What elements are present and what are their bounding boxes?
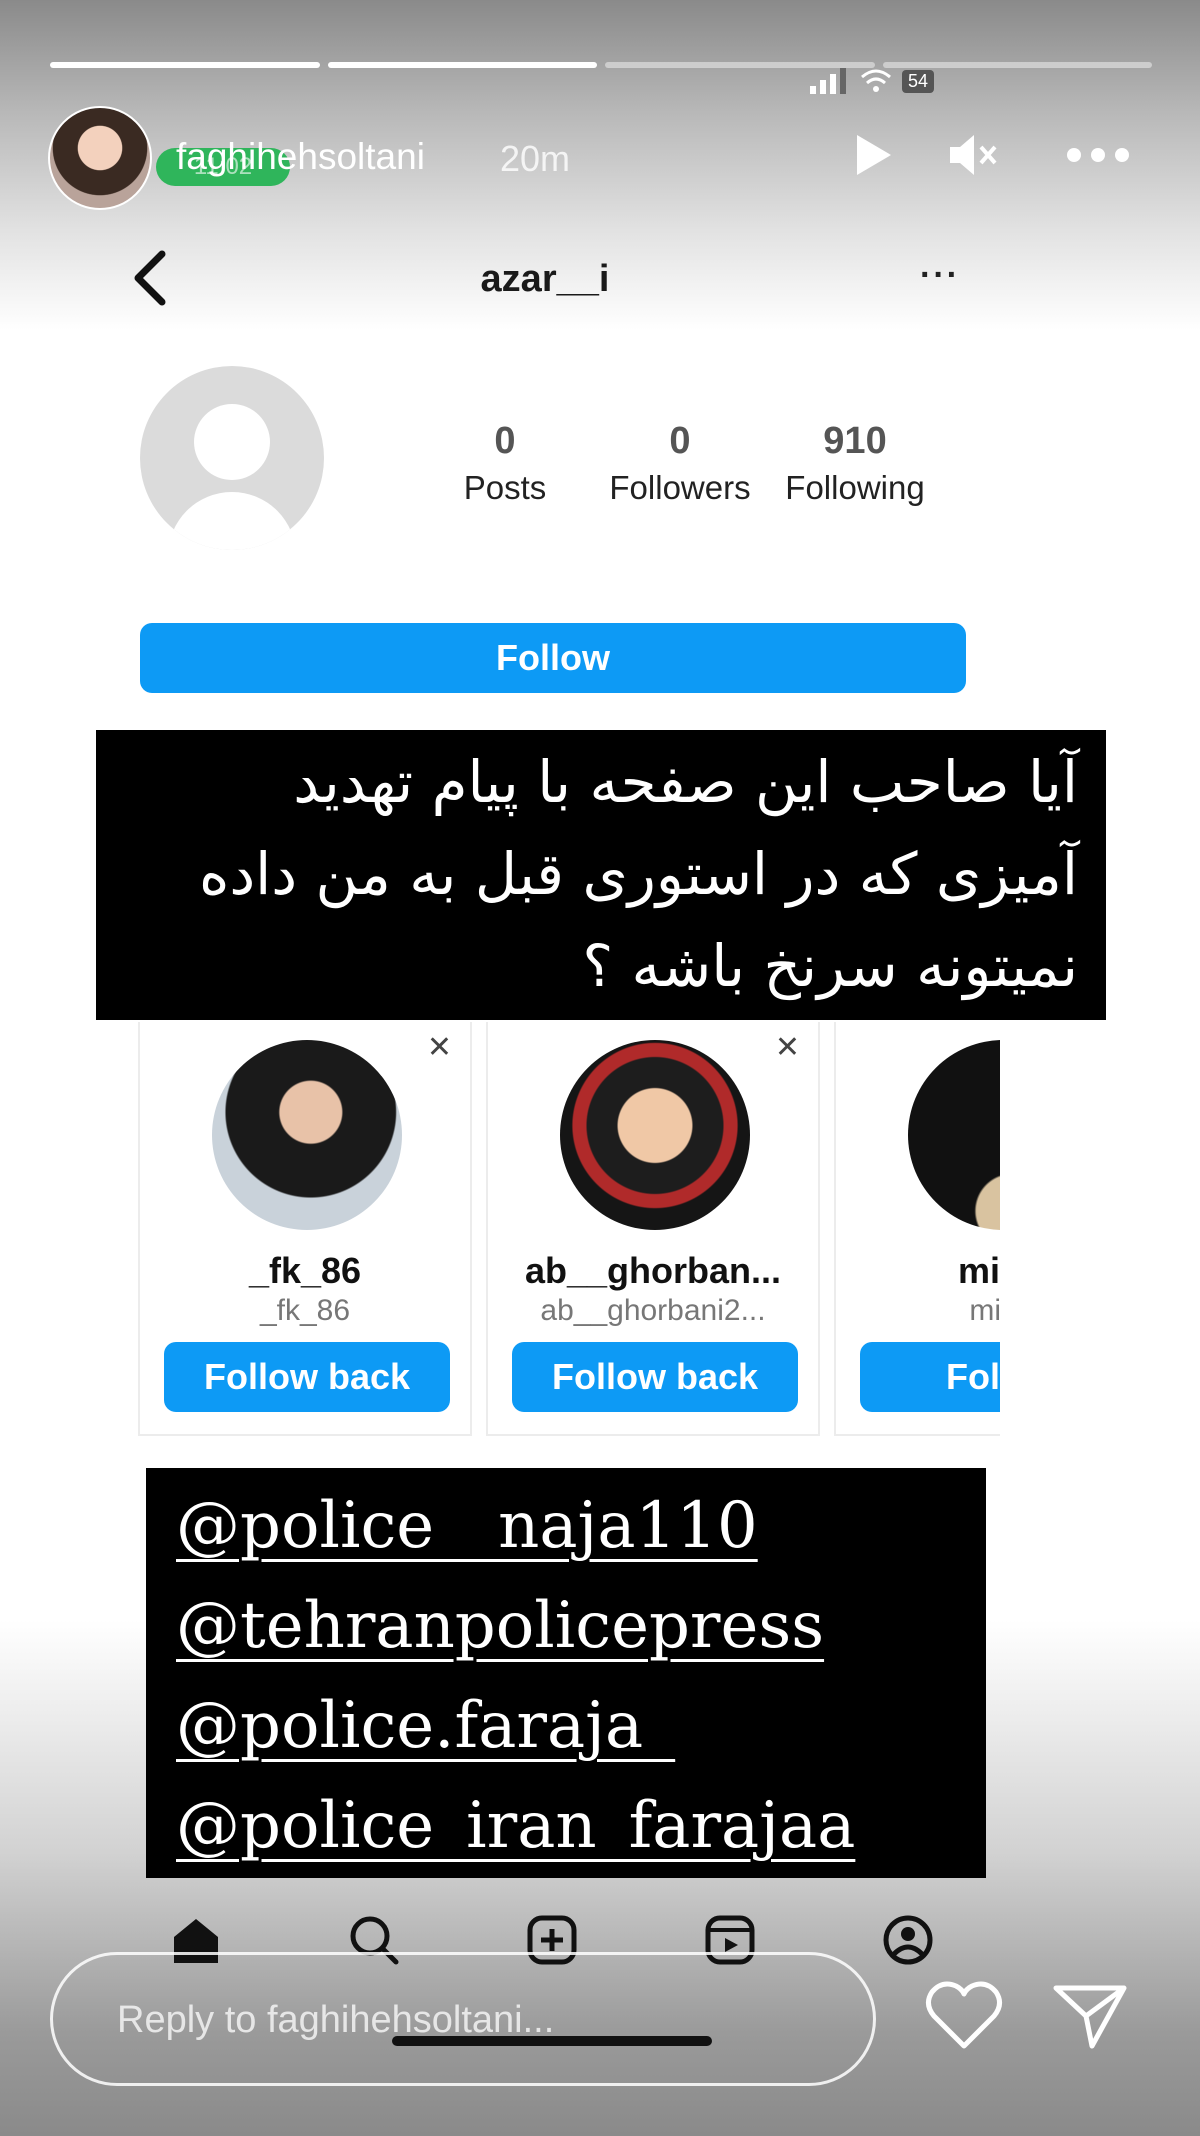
heart-icon[interactable] xyxy=(924,1980,1004,2052)
profile-stats: 0 Posts 0 Followers 910 Following xyxy=(440,420,940,520)
close-icon[interactable]: ✕ xyxy=(775,1030,800,1065)
suggested-accounts: ✕ _fk_86 _fk_86 Follow back ✕ ab__ghorba… xyxy=(138,1022,1000,1440)
avatar-body-shape xyxy=(168,492,296,550)
story-viewer: 11:02 faghihehsoltani 20m 54 azar__i ···… xyxy=(0,0,1200,2136)
follow-back-button[interactable]: Follow back xyxy=(164,1342,450,1412)
suggestion-card[interactable]: mino minc Follow xyxy=(834,1022,1000,1436)
stat-value: 0 xyxy=(494,420,516,462)
follow-button[interactable]: Follow xyxy=(140,623,966,693)
stat-value: 0 xyxy=(669,420,691,462)
police-tags-overlay: @police__naja110 @tehranpolicepress @pol… xyxy=(146,1468,986,1878)
story-header: 11:02 faghihehsoltani 20m xyxy=(48,106,1158,210)
progress-segment xyxy=(50,62,320,68)
suggestion-handle: minc xyxy=(969,1294,1000,1327)
suggestion-card[interactable]: ✕ _fk_86 _fk_86 Follow back xyxy=(138,1022,472,1436)
mention-tag[interactable]: @police__naja110 xyxy=(176,1476,956,1576)
profile-picture-placeholder xyxy=(140,366,324,550)
suggestion-avatar[interactable] xyxy=(212,1040,402,1230)
send-icon[interactable] xyxy=(1050,1980,1130,2052)
story-time: 20m xyxy=(500,138,571,179)
more-icon[interactable] xyxy=(1058,130,1138,180)
close-icon[interactable]: ✕ xyxy=(427,1030,452,1065)
play-icon[interactable] xyxy=(848,130,898,180)
question-line: آیا صاحب این صفحه با پیام تهدید xyxy=(293,748,1078,816)
follow-back-button[interactable]: Follow back xyxy=(512,1342,798,1412)
battery-indicator: 54 xyxy=(902,69,935,93)
mention-tag[interactable]: @tehranpolicepress xyxy=(176,1576,956,1676)
mention-tag[interactable]: @police_iran_farajaa xyxy=(176,1776,956,1876)
suggestion-name[interactable]: _fk_86 xyxy=(140,1250,470,1292)
stat-label: Posts xyxy=(463,469,547,506)
stat-label: Followers xyxy=(609,469,751,506)
suggestion-handle: ab__ghorbani2... xyxy=(540,1294,766,1327)
stat-following[interactable]: 910 Following xyxy=(770,420,940,507)
mute-icon[interactable] xyxy=(948,130,998,180)
question-line: نمیتونه سرنخ باشه ؟ xyxy=(582,932,1078,1000)
home-indicator xyxy=(392,2036,712,2046)
progress-segment xyxy=(327,62,597,68)
reply-input[interactable]: Reply to faghihehsoltani... xyxy=(50,1952,876,2086)
suggestion-avatar[interactable] xyxy=(560,1040,750,1230)
profile-nav: azar__i ··· xyxy=(130,250,960,310)
suggestion-handle: _fk_86 xyxy=(259,1294,351,1327)
avatar-head-shape xyxy=(194,404,270,480)
suggestion-name[interactable]: mino xyxy=(836,1250,1000,1292)
stat-value: 910 xyxy=(823,420,887,462)
profile-username: azar__i xyxy=(480,258,610,300)
question-line: آمیزی که در استوری قبل به من داده xyxy=(198,840,1078,908)
stat-followers[interactable]: 0 Followers xyxy=(600,420,760,507)
stat-posts[interactable]: 0 Posts xyxy=(440,420,570,507)
wifi-icon xyxy=(861,69,891,92)
suggestion-name[interactable]: ab__ghorban... xyxy=(488,1250,818,1292)
story-username[interactable]: faghihehsoltani xyxy=(176,136,425,178)
story-avatar[interactable] xyxy=(48,106,152,210)
suggestion-avatar[interactable] xyxy=(908,1040,1000,1230)
story-progress xyxy=(50,62,1152,68)
profile-icon[interactable] xyxy=(880,1912,936,1968)
stat-label: Following xyxy=(785,469,925,506)
question-text-overlay: آیا صاحب این صفحه با پیام تهدید آمیزی که… xyxy=(96,730,1106,1020)
profile-more-icon[interactable]: ··· xyxy=(920,256,960,295)
signal-icon xyxy=(810,68,846,94)
mention-tag[interactable]: @police.faraja_ xyxy=(176,1676,956,1776)
follow-back-button[interactable]: Follow xyxy=(860,1342,1000,1412)
suggestion-card[interactable]: ✕ ab__ghorban... ab__ghorbani2... Follow… xyxy=(486,1022,820,1436)
status-icons: 54 xyxy=(810,68,935,94)
